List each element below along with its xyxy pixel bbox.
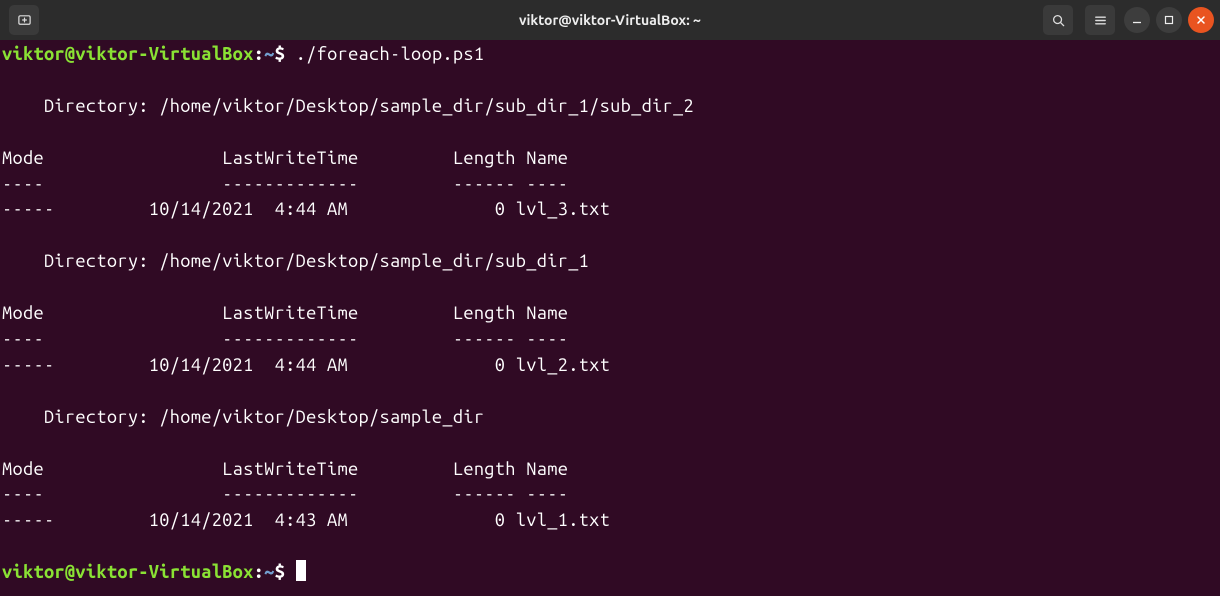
directory-line: Directory: /home/viktor/Desktop/sample_d…: [2, 96, 694, 116]
directory-label: Directory:: [2, 251, 159, 271]
titlebar-right: [1040, 5, 1214, 35]
search-button[interactable]: [1043, 5, 1073, 35]
minimize-icon: [1132, 15, 1142, 25]
directory-line: Directory: /home/viktor/Desktop/sample_d…: [2, 251, 589, 271]
close-button[interactable]: [1188, 7, 1214, 33]
window-title: viktor@viktor-VirtualBox: ~: [519, 12, 701, 28]
search-icon: [1051, 13, 1066, 28]
directory-label: Directory:: [2, 407, 159, 427]
table-divider: ---- ------------- ------ ----: [2, 484, 568, 504]
prompt-colon: :: [254, 562, 265, 582]
command: ./foreach-loop.ps1: [285, 44, 484, 64]
directory-path: /home/viktor/Desktop/sample_dir/sub_dir_…: [159, 251, 589, 271]
hamburger-icon: [1093, 13, 1108, 28]
table-row: ----- 10/14/2021 4:44 AM 0 lvl_2.txt: [2, 355, 610, 375]
command-text: ./foreach-loop.ps1: [296, 44, 485, 64]
table-divider: ---- ------------- ------ ----: [2, 174, 568, 194]
table-divider: ---- ------------- ------ ----: [2, 329, 568, 349]
menu-button[interactable]: [1085, 5, 1115, 35]
table-row: ----- 10/14/2021 4:43 AM 0 lvl_1.txt: [2, 510, 610, 530]
table-header: Mode LastWriteTime Length Name: [2, 303, 568, 323]
minimize-button[interactable]: [1124, 7, 1150, 33]
prompt-userhost: viktor@viktor-VirtualBox: [2, 562, 254, 582]
titlebar: viktor@viktor-VirtualBox: ~: [0, 0, 1220, 40]
new-tab-button[interactable]: [9, 5, 39, 35]
close-icon: [1196, 15, 1206, 25]
table-header: Mode LastWriteTime Length Name: [2, 148, 568, 168]
table-header: Mode LastWriteTime Length Name: [2, 459, 568, 479]
prompt-userhost: viktor@viktor-VirtualBox: [2, 44, 254, 64]
prompt-dollar: $: [275, 44, 286, 64]
directory-label: Directory:: [2, 96, 159, 116]
table-row: ----- 10/14/2021 4:44 AM 0 lvl_3.txt: [2, 199, 610, 219]
prompt-path: ~: [264, 562, 275, 582]
new-tab-icon: [17, 13, 32, 28]
prompt-colon: :: [254, 44, 265, 64]
maximize-icon: [1164, 15, 1174, 25]
directory-path: /home/viktor/Desktop/sample_dir/sub_dir_…: [159, 96, 694, 116]
maximize-button[interactable]: [1156, 7, 1182, 33]
prompt-dollar: $: [275, 562, 286, 582]
directory-path: /home/viktor/Desktop/sample_dir: [159, 407, 484, 427]
prompt-path: ~: [264, 44, 275, 64]
directory-line: Directory: /home/viktor/Desktop/sample_d…: [2, 407, 484, 427]
cursor: [296, 560, 306, 581]
terminal[interactable]: viktor@viktor-VirtualBox:~$ ./foreach-lo…: [0, 40, 1220, 588]
titlebar-left: [6, 5, 42, 35]
